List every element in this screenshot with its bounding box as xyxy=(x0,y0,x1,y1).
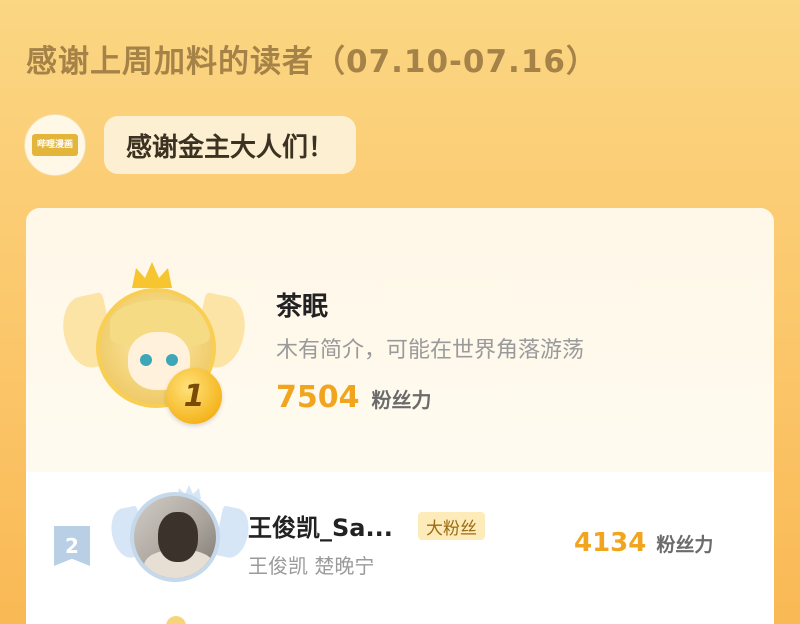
rank-2-name[interactable]: 王俊凯_Sa... xyxy=(248,508,393,543)
rank-3-crown-hint xyxy=(166,616,186,624)
rank-2-score-value: 4134 xyxy=(574,528,647,558)
avatar-eye-right xyxy=(166,354,178,366)
rank-1-score-unit: 粉丝力 xyxy=(371,388,432,412)
rank-1-intro: 木有简介，可能在世界角落游荡 xyxy=(276,338,585,363)
rank-2-score-unit: 粉丝力 xyxy=(656,534,714,556)
brand-logo-mark: 哔哩漫画 xyxy=(32,134,78,156)
ranking-card: 1 茶眠 木有简介，可能在世界角落游荡 7504 粉丝力 2 王俊凯_Sa...… xyxy=(26,208,774,624)
rank-2-score: 4134 粉丝力 xyxy=(574,528,713,558)
avatar-eye-left xyxy=(140,354,152,366)
page-title: 感谢上周加料的读者（07.10-07.16） xyxy=(26,44,598,80)
rank-2-flag: 2 xyxy=(54,526,90,566)
rank-1-score-value: 7504 xyxy=(276,380,360,415)
rank-1-section[interactable]: 1 茶眠 木有简介，可能在世界角落游荡 7504 粉丝力 xyxy=(26,208,774,472)
thanks-bubble: 感谢金主大人们！ xyxy=(104,116,357,174)
brand-logo: 哔哩漫画 xyxy=(24,114,86,176)
rank-1-badge: 1 xyxy=(166,368,222,424)
fan-level-badge: 大粉丝 xyxy=(418,512,485,540)
crown-icon xyxy=(132,262,172,288)
avatar[interactable] xyxy=(130,492,220,582)
rank-2-intro: 王俊凯 楚晚宁 xyxy=(248,554,375,578)
rank-1-score: 7504 粉丝力 xyxy=(276,380,432,415)
rank-1-name[interactable]: 茶眠 xyxy=(276,286,328,323)
avatar-person xyxy=(158,512,198,562)
